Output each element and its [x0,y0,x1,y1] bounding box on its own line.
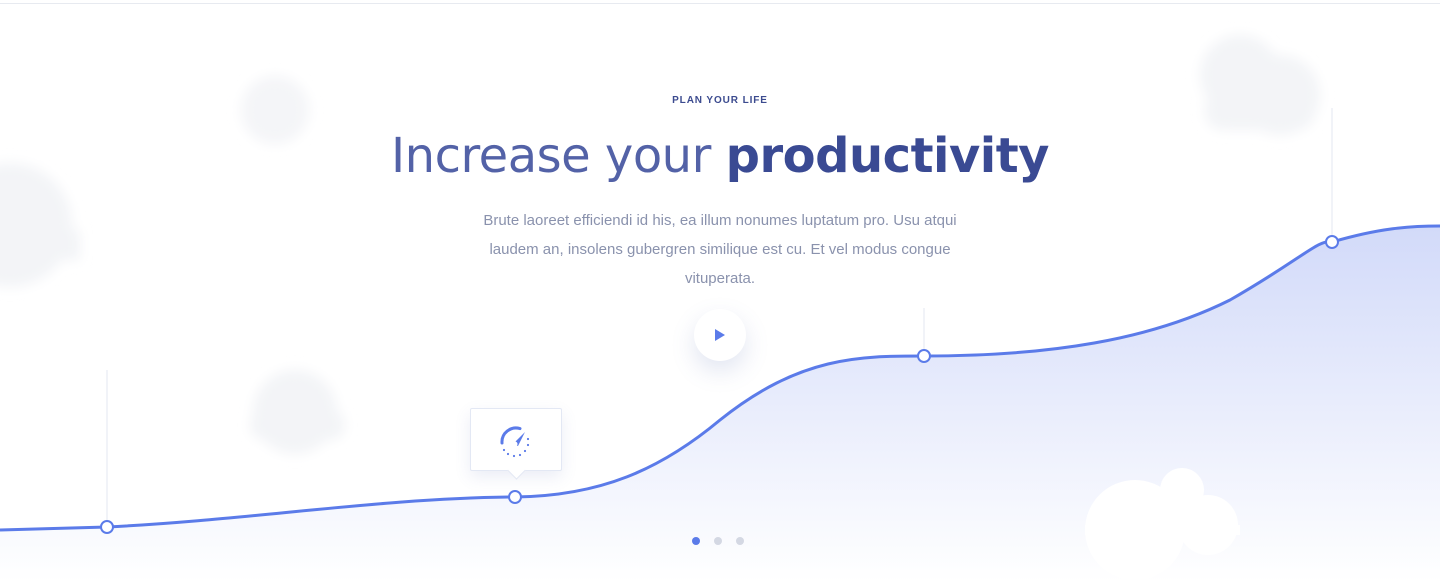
hero-title-bold: productivity [725,128,1050,184]
hero-title-light: Increase your [391,128,726,184]
milestone-point[interactable] [508,490,522,504]
eyebrow-label: PLAN YOUR LIFE [672,95,768,106]
bg-cloud-mid-left [250,370,345,454]
milestone-point[interactable] [917,349,931,363]
play-video-button[interactable] [694,309,746,361]
pager-dot-1[interactable] [692,537,700,545]
hero-title: Increase your productivity [0,126,1440,186]
hero-section: PLAN YOUR LIFE Increase your productivit… [0,0,1440,582]
pager-dot-2[interactable] [714,537,722,545]
milestone-tooltip [470,408,562,471]
milestone-point[interactable] [100,520,114,534]
play-icon [715,329,725,341]
hero-description: Brute laoreet efficiendi id his, ea illu… [483,212,957,287]
milestone-point[interactable] [1325,235,1339,249]
speedometer-icon [500,426,530,458]
bg-cloud-top-right [1200,35,1320,135]
pager-dot-3[interactable] [736,537,744,545]
